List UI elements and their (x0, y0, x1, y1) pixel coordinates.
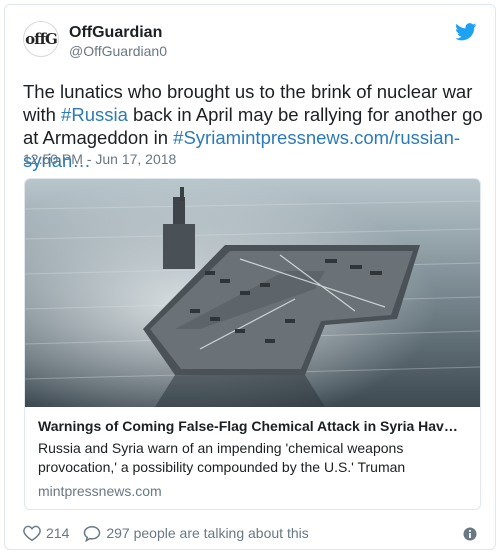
like-action[interactable]: 214 (23, 525, 69, 541)
tweet-header: offG OffGuardian @OffGuardian0 (23, 21, 477, 69)
author-display-name[interactable]: OffGuardian (69, 23, 167, 42)
conversation-count[interactable]: 297 people are talking about this (106, 525, 308, 541)
hashtag-syria-link[interactable]: #Syria (173, 127, 225, 148)
card-domain: mintpressnews.com (38, 483, 162, 499)
avatar[interactable]: offG (23, 21, 59, 57)
hashtag-russia-link[interactable]: #Russia (61, 104, 128, 125)
info-icon[interactable] (463, 527, 477, 541)
reply-bubble-icon[interactable] (83, 525, 101, 542)
reply-action[interactable]: 297 people are talking about this (83, 525, 309, 542)
author-handle[interactable]: @OffGuardian0 (69, 42, 167, 60)
card-image[interactable] (25, 179, 481, 407)
tweet-actions: 214 297 people are talking about this (23, 523, 323, 543)
author-names[interactable]: OffGuardian @OffGuardian0 (69, 23, 167, 60)
tweet-timestamp[interactable]: 12:50 PM - Jun 17, 2018 (23, 151, 176, 167)
card-title[interactable]: Warnings of Coming False-Flag Chemical A… (38, 417, 468, 436)
card-description: Russia and Syria warn of an impending 'c… (38, 440, 406, 475)
link-preview-card[interactable]: Warnings of Coming False-Flag Chemical A… (24, 178, 481, 510)
heart-icon[interactable] (23, 525, 41, 541)
like-count[interactable]: 214 (46, 525, 69, 541)
twitter-bird-icon[interactable] (455, 23, 477, 41)
tweet-card: offG OffGuardian @OffGuardian0 The lunat… (4, 4, 496, 550)
card-body[interactable]: Warnings of Coming False-Flag Chemical A… (38, 417, 468, 500)
